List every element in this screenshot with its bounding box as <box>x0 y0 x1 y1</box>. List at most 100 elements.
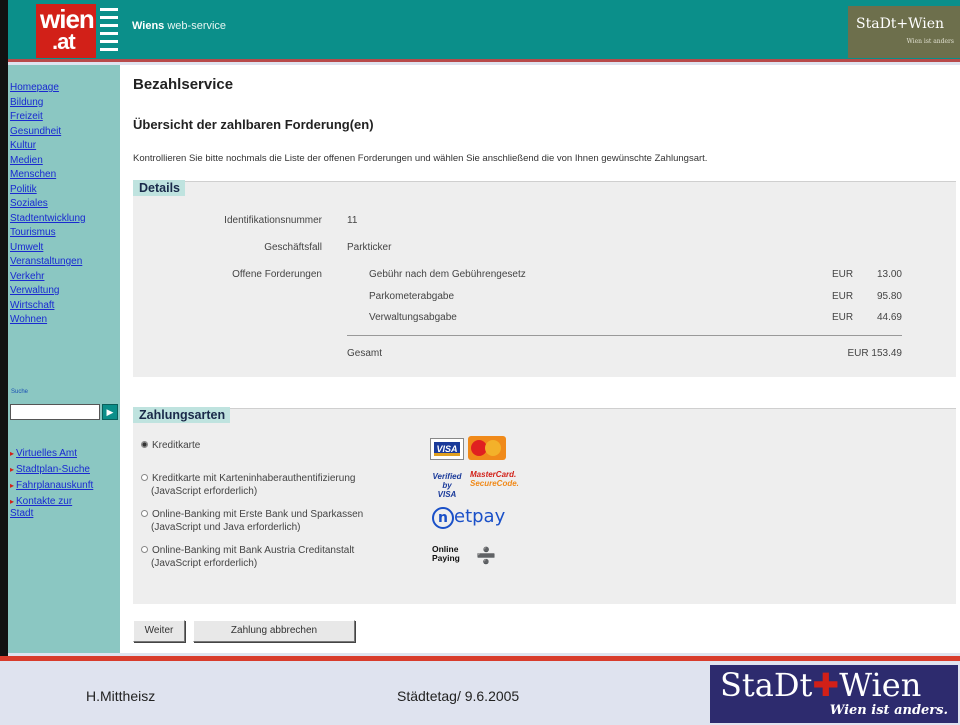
left-sidebar: Homepage Bildung Freizeit Gesundheit Kul… <box>8 65 120 653</box>
id-value: 11 <box>347 215 358 226</box>
swoosh-icon: ➗ <box>476 548 496 565</box>
quicklink-label[interactable]: Virtuelles Amt <box>10 448 93 460</box>
claim-currency: EUR <box>832 312 854 323</box>
badge-sub: Wien ist anders <box>906 38 954 45</box>
claim-currency: EUR <box>832 269 854 280</box>
option-label: Kreditkarte mit Karteninhaberauthentifiz… <box>152 473 356 484</box>
total-value: EUR 153.49 <box>847 348 902 359</box>
header-title: Wiens web-service <box>132 20 226 32</box>
id-label: Identifikationsnummer <box>224 215 322 226</box>
nav-link[interactable]: Kultur <box>10 139 86 154</box>
stadt-wien-logo: StaDt✚Wien Wien ist anders. <box>710 665 958 723</box>
logo-name-a: StaDt <box>720 666 813 704</box>
quicklink-label-cont[interactable]: Stadt <box>10 508 93 520</box>
vbv-line1: Verified <box>432 472 462 481</box>
nav-link[interactable]: Soziales <box>10 197 86 212</box>
next-button[interactable]: Weiter <box>133 620 185 642</box>
nav-link[interactable]: Verkehr <box>10 270 86 285</box>
nav-link[interactable]: Umwelt <box>10 241 86 256</box>
radio-button[interactable] <box>141 441 148 448</box>
nav-link[interactable]: Wirtschaft <box>10 299 86 314</box>
header-title-bold: Wiens <box>132 20 165 32</box>
nav-link[interactable]: Veranstaltungen <box>10 255 86 270</box>
nav-link[interactable]: Verwaltung <box>10 284 86 299</box>
main-content: Bezahlservice Übersicht der zahlbaren Fo… <box>120 65 960 653</box>
radio-button[interactable] <box>141 510 148 517</box>
nav-link[interactable]: Menschen <box>10 168 86 183</box>
footer-event: Städtetag/ 9.6.2005 <box>397 688 520 704</box>
quicklink-kontakte[interactable]: Kontakte zur Stadt <box>10 496 93 520</box>
slide-frame-left <box>0 0 8 660</box>
claim-amount: 44.69 <box>876 312 902 323</box>
radio-button[interactable] <box>141 474 148 481</box>
quicklink-virtuelles-amt[interactable]: Virtuelles Amt <box>10 448 93 460</box>
search-label: Suche <box>11 389 29 395</box>
wien-at-logo[interactable]: wien .at <box>36 4 96 58</box>
nav-link[interactable]: Homepage <box>10 81 86 96</box>
sidebar-quicklinks: Virtuelles Amt Stadtplan-Suche Fahrplana… <box>10 448 93 524</box>
option-label: Online-Banking mit Erste Bank und Sparka… <box>152 509 364 520</box>
nav-link[interactable]: Politik <box>10 183 86 198</box>
nav-link[interactable]: Stadtentwicklung <box>10 212 86 227</box>
claim-amount: 13.00 <box>876 269 902 280</box>
option-label: Online-Banking mit Bank Austria Creditan… <box>152 545 355 556</box>
nav-link[interactable]: Medien <box>10 154 86 169</box>
search-input[interactable] <box>10 404 100 420</box>
nav-link[interactable]: Freizeit <box>10 110 86 125</box>
total-divider <box>347 335 902 336</box>
case-value: Parkticker <box>347 242 392 253</box>
payment-heading: Zahlungsarten <box>133 407 231 423</box>
payment-option-kreditkarte-auth[interactable]: Kreditkarte mit Karteninhaberauthentifiz… <box>141 472 355 498</box>
badge-name: StaDt+Wien <box>856 16 945 32</box>
nav-link[interactable]: Wohnen <box>10 313 86 328</box>
header-title-rest: web-service <box>167 20 227 32</box>
claim-currency: EUR <box>832 291 854 302</box>
op-line2: Paying <box>432 553 460 563</box>
quicklink-fahrplan[interactable]: Fahrplanauskunft <box>10 480 93 492</box>
nav-link[interactable]: Bildung <box>10 96 86 111</box>
stadt-wien-slogan: Wien ist anders. <box>829 703 948 718</box>
payment-methods-panel: Zahlungsarten <box>133 407 956 604</box>
payment-option-bank-austria[interactable]: Online-Banking mit Bank Austria Creditan… <box>141 544 354 570</box>
logo-stripes-icon <box>100 8 118 52</box>
option-note: (JavaScript erforderlich) <box>151 486 258 497</box>
logo-name-b: Wien <box>839 666 922 704</box>
claim-amount: 95.80 <box>876 291 902 302</box>
netpay-text: etpay <box>454 506 506 527</box>
open-claims-label: Offene Forderungen <box>232 269 322 280</box>
quicklink-label[interactable]: Fahrplanauskunft <box>10 480 93 492</box>
payment-option-kreditkarte[interactable]: Kreditkarte <box>141 439 200 452</box>
nav-link[interactable]: Gesundheit <box>10 125 86 140</box>
payment-option-erste-bank[interactable]: Online-Banking mit Erste Bank und Sparka… <box>141 508 363 534</box>
total-label: Gesamt <box>347 348 383 359</box>
visa-text: VISA <box>434 442 460 456</box>
mcsc-line2: SecureCode. <box>470 479 519 488</box>
quicklink-label[interactable]: Kontakte zur <box>10 496 93 508</box>
option-note: (JavaScript und Java erforderlich) <box>151 522 301 533</box>
cancel-payment-button[interactable]: Zahlung abbrechen <box>193 620 355 642</box>
search-go-button[interactable]: ▶ <box>102 404 118 420</box>
intro-text: Kontrollieren Sie bitte nochmals die Lis… <box>133 153 708 164</box>
logo-cross-icon: ✚ <box>812 666 840 704</box>
stadt-wien-badge[interactable]: StaDt+Wien Wien ist anders <box>848 6 960 58</box>
page-title: Bezahlservice <box>133 76 234 93</box>
site-header: wien .at Wiens web-service StaDt+Wien Wi… <box>8 0 960 62</box>
case-label: Geschäftsfall <box>264 242 322 253</box>
mastercard-logo-icon <box>468 436 506 460</box>
option-note: (JavaScript erforderlich) <box>151 558 258 569</box>
verified-by-visa-icon: Verified by VISA <box>432 472 462 499</box>
footer-author: H.Mittheisz <box>86 688 156 704</box>
quicklink-stadtplan[interactable]: Stadtplan-Suche <box>10 464 93 476</box>
claim-name: Gebühr nach dem Gebührengesetz <box>369 269 526 280</box>
visa-logo-icon: VISA <box>430 438 464 460</box>
radio-button[interactable] <box>141 546 148 553</box>
nav-link[interactable]: Tourismus <box>10 226 86 241</box>
footer-red-line <box>0 656 960 661</box>
claim-name: Parkometerabgabe <box>369 291 455 302</box>
slide: wien .at Wiens web-service StaDt+Wien Wi… <box>0 0 960 725</box>
quicklink-label[interactable]: Stadtplan-Suche <box>10 464 93 476</box>
netpay-logo-icon: n etpay <box>432 506 505 529</box>
mastercard-circle-yellow <box>485 440 501 456</box>
netpay-n: n <box>432 507 454 529</box>
option-label: Kreditkarte <box>152 440 201 451</box>
